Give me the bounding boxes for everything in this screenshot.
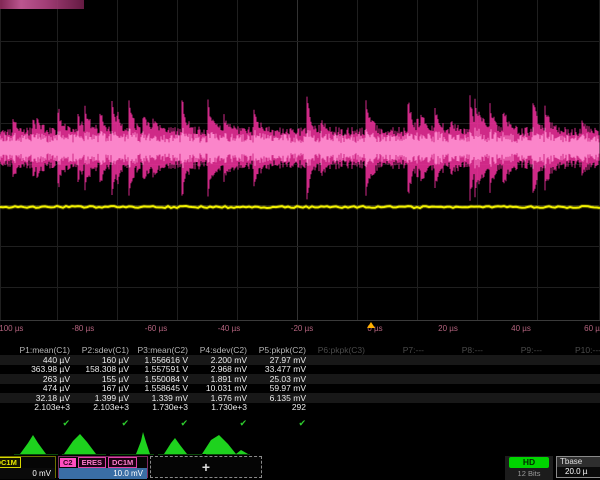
- table-cell: 158.308 µV: [74, 364, 133, 374]
- table-cell: 1.556616 V: [133, 355, 192, 365]
- table-cell: 363.98 µV: [0, 364, 74, 374]
- bits-label: 12 Bits: [518, 469, 541, 478]
- trigger-time-marker-icon[interactable]: [367, 322, 375, 328]
- table-cell: 1.339 mV: [133, 393, 192, 403]
- time-axis-label: -80 µs: [72, 324, 94, 333]
- table-cell: 155 µV: [74, 374, 133, 384]
- plus-icon: +: [202, 460, 210, 474]
- status-check-icon: ✔: [133, 418, 192, 429]
- time-axis-label: -40 µs: [218, 324, 240, 333]
- time-axis-label: -100 µs: [0, 324, 23, 333]
- waveform-display: [0, 0, 600, 322]
- hd-mode-badge: HD: [509, 457, 549, 468]
- table-header-cell[interactable]: P10:---: [546, 345, 600, 355]
- table-cell: 6.135 mV: [251, 393, 310, 403]
- table-cell: 474 µV: [0, 383, 74, 393]
- table-cell: 2.200 mV: [192, 355, 251, 365]
- c2-channel-chip: C2: [60, 458, 76, 467]
- table-cell: 2.103e+3: [0, 402, 74, 412]
- timebase-value: 20.0 µ: [557, 467, 600, 477]
- table-header-cell[interactable]: P3:mean(C2): [133, 345, 192, 355]
- time-axis-label: 20 µs: [438, 324, 458, 333]
- histicon[interactable]: [202, 435, 248, 454]
- c2-noise-trace: [0, 95, 599, 200]
- table-header-cell[interactable]: P2:sdev(C1): [74, 345, 133, 355]
- table-cell: 27.97 mV: [251, 355, 310, 365]
- timebase-box[interactable]: Tbase 20.0 µ: [556, 456, 600, 478]
- table-cell: 1.557591 V: [133, 364, 192, 374]
- time-axis: -100 µs-80 µs-60 µs-40 µs-20 µs0 µs20 µs…: [0, 321, 600, 337]
- c2-descriptor-box[interactable]: C2 ERES DC1M 10.0 mV: [58, 456, 148, 478]
- table-cell: 1.399 µV: [74, 393, 133, 403]
- table-cell: 2.103e+3: [74, 402, 133, 412]
- status-check-icon: ✔: [74, 418, 133, 429]
- c1-vertical-scale-value: 0 mV: [0, 468, 55, 479]
- table-cell: 440 µV: [0, 355, 74, 365]
- table-header-cell[interactable]: P9:---: [487, 345, 546, 355]
- histicon[interactable]: [164, 438, 187, 454]
- table-cell: 10.031 mV: [192, 383, 251, 393]
- table-cell: 160 µV: [74, 355, 133, 365]
- c2-coupling-chip: DC1M: [108, 457, 137, 468]
- table-cell: 59.97 mV: [251, 383, 310, 393]
- bottom-descriptor-bar: C1 DC1M 0 mV C2 ERES DC1M 10.0 mV + HD 1…: [0, 456, 600, 480]
- histicon[interactable]: [20, 435, 46, 454]
- table-cell: 1.730e+3: [192, 402, 251, 412]
- table-cell: 1.891 mV: [192, 374, 251, 384]
- oscilloscope-screen: -100 µs-80 µs-60 µs-40 µs-20 µs0 µs20 µs…: [0, 0, 600, 480]
- cropped-trace-label-overlay: [0, 0, 84, 9]
- c2-vertical-scale-value: 10.0 mV: [59, 468, 147, 479]
- histicon[interactable]: [64, 434, 96, 454]
- add-trace-box[interactable]: +: [150, 456, 262, 478]
- table-cell: 263 µV: [0, 374, 74, 384]
- table-cell: 25.03 mV: [251, 374, 310, 384]
- time-axis-label: -20 µs: [291, 324, 313, 333]
- c2-eres-chip: ERES: [78, 457, 106, 468]
- table-cell: 292: [251, 402, 310, 412]
- table-cell: 1.550084 V: [133, 374, 192, 384]
- table-header-cell[interactable]: P5:pkpk(C2): [251, 345, 310, 355]
- time-axis-label: 40 µs: [511, 324, 531, 333]
- status-check-icon: ✔: [251, 418, 310, 429]
- table-cell: 167 µV: [74, 383, 133, 393]
- time-axis-label: -60 µs: [145, 324, 167, 333]
- table-cell: 1.676 mV: [192, 393, 251, 403]
- table-header-cell[interactable]: P4:sdev(C2): [192, 345, 251, 355]
- status-check-icon: ✔: [192, 418, 251, 429]
- histicon-row: [0, 430, 600, 456]
- c1-descriptor-box[interactable]: C1 DC1M 0 mV: [0, 456, 56, 478]
- c1-coupling-chip: DC1M: [0, 457, 21, 468]
- table-header-cell[interactable]: P8:---: [428, 345, 487, 355]
- table-cell: 2.968 mV: [192, 364, 251, 374]
- table-header-cell[interactable]: P1:mean(C1): [0, 345, 74, 355]
- table-header-cell[interactable]: P6:pkpk(C3): [310, 345, 369, 355]
- table-cell: 1.558645 V: [133, 383, 192, 393]
- table-header-cell[interactable]: P7:---: [369, 345, 428, 355]
- acquisition-panel[interactable]: HD 12 Bits: [505, 456, 553, 480]
- table-cell: 32.18 µV: [0, 393, 74, 403]
- table-cell: 1.730e+3: [133, 402, 192, 412]
- graticule: [0, 0, 600, 322]
- measurement-table: P1:mean(C1)P2:sdev(C1)P3:mean(C2)P4:sdev…: [0, 345, 600, 430]
- timebase-label: Tbase: [557, 457, 600, 467]
- status-check-icon: ✔: [0, 418, 74, 429]
- time-axis-label: 60 µs: [584, 324, 600, 333]
- c1-trace: [0, 206, 600, 208]
- histicon[interactable]: [136, 432, 150, 454]
- table-cell: 33.477 mV: [251, 364, 310, 374]
